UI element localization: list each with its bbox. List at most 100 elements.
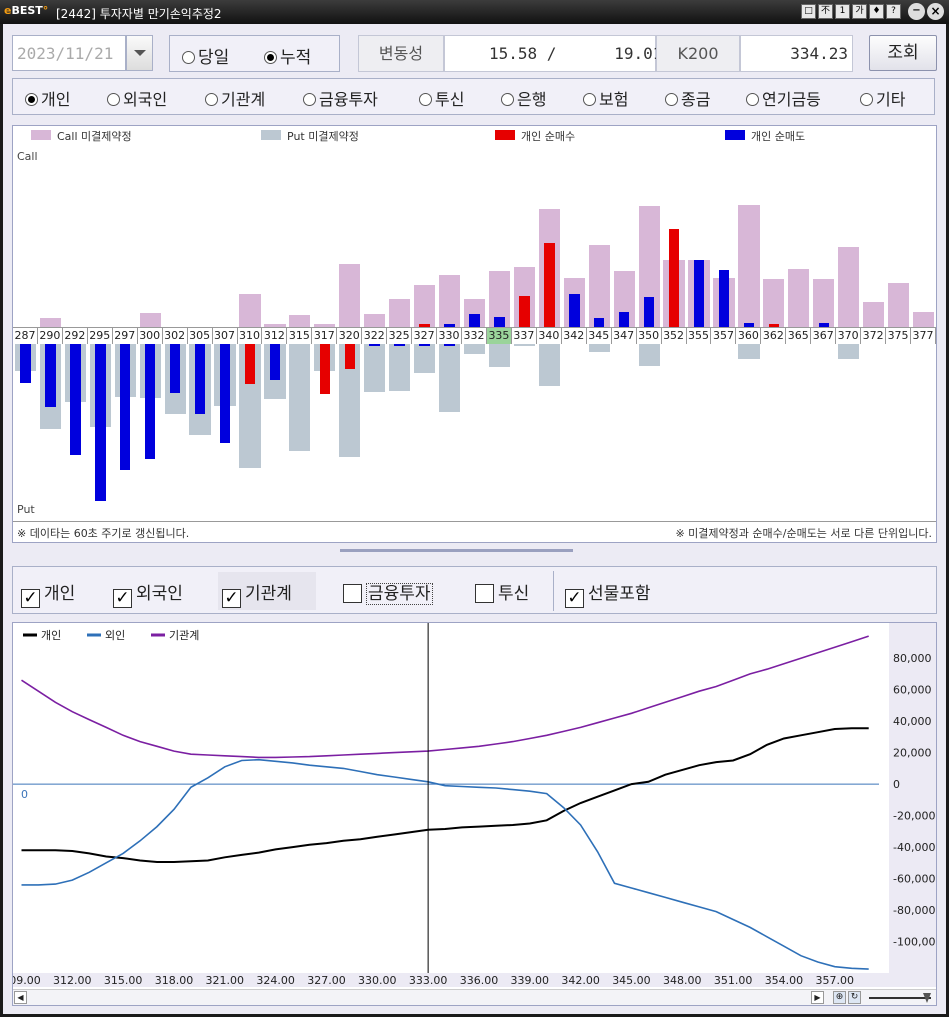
call-oi-bar[interactable] [339,264,361,327]
scroll-left-icon[interactable]: ◀ [14,991,27,1004]
put-oi-bar[interactable] [463,343,486,354]
checkbox-include-futures[interactable]: ✓ 선물포함 [565,579,651,608]
call-oi-bar[interactable] [788,269,810,327]
y-tick-label: 0 [893,778,900,791]
put-net-buy-bar[interactable] [344,343,355,369]
investor-radio-insurance[interactable]: 보험 [583,86,628,110]
put-oi-bar[interactable] [364,343,386,392]
minimize-icon[interactable]: − [908,3,925,20]
put-oi-bar[interactable] [438,343,461,412]
put-net-sell-bar[interactable] [95,343,106,501]
window-btn-link[interactable]: ♦ [869,4,884,19]
strike-tick-label: 375 [886,328,912,344]
call-net-sell-bar[interactable] [593,318,605,327]
reset-zoom-icon[interactable]: ↻ [848,991,861,1004]
investor-radio-other[interactable]: 기타 [860,86,905,110]
checkbox-financial-investment[interactable]: 금융투자 [343,579,433,605]
checkbox-individual[interactable]: ✓ 개인 [21,579,75,608]
call-oi-bar[interactable] [414,285,436,327]
call-net-sell-bar[interactable] [469,314,480,327]
investor-radio-individual[interactable]: 개인 [25,86,70,110]
window-btn-font[interactable]: 가 [852,4,867,19]
zoom-in-icon[interactable]: ⊕ [833,991,846,1004]
put-oi-bar[interactable] [414,343,436,373]
put-net-sell-bar[interactable] [269,343,281,380]
put-oi-bar[interactable] [289,343,311,451]
strike-axis: 287 290 292 295 297 300 302 305 307 310 312 315 317 3… [13,327,936,344]
date-dropdown-button[interactable] [126,35,153,71]
call-oi-bar[interactable] [738,205,760,327]
put-net-sell-bar[interactable] [70,343,81,455]
chart-horizontal-scrollbar[interactable]: ◀ ▶ ⊕ ↻ [13,989,936,1005]
put-net-sell-bar[interactable] [194,343,206,414]
window-btn-restore[interactable]: □ [801,4,816,19]
put-net-sell-bar[interactable] [45,343,56,407]
zoom-slider-track[interactable] [869,997,931,999]
investor-radio-investment-trust[interactable]: 투신 [419,86,464,110]
call-oi-bar[interactable] [364,314,386,327]
date-input[interactable]: 2023/11/21 [12,35,126,71]
series-line-1[interactable] [21,727,869,863]
call-net-sell-bar[interactable] [718,270,730,327]
put-net-sell-bar[interactable] [144,343,156,459]
investor-radio-merchant-bank[interactable]: 종금 [665,86,710,110]
investor-radio-bank[interactable]: 은행 [501,86,546,110]
put-net-buy-bar[interactable] [319,343,331,394]
call-oi-bar[interactable] [239,294,261,327]
series-line-3[interactable] [21,635,869,759]
investor-radio-financial-investment[interactable]: 금융투자 [303,86,378,110]
call-oi-bar[interactable] [588,245,610,327]
put-oi-bar[interactable] [838,343,860,359]
investor-radio-foreign[interactable]: 외국인 [107,86,167,110]
call-net-sell-bar[interactable] [494,317,505,327]
put-net-sell-bar[interactable] [169,343,181,393]
investor-radio-pension[interactable]: 연기금등 [746,86,821,110]
checkbox-checked-icon: ✓ [222,589,241,608]
checkbox-investment-trust[interactable]: 투신 [475,579,529,604]
window-btn-one[interactable]: 1 [835,4,850,19]
put-oi-bar[interactable] [738,343,760,359]
call-oi-bar[interactable] [389,299,411,327]
checkbox-institution[interactable]: ✓ 기관계 [218,572,316,610]
investor-radio-institution[interactable]: 기관계 [205,86,265,110]
call-oi-bar[interactable] [39,318,62,327]
call-oi-bar[interactable] [912,312,935,327]
x-tick-label: 330.00 [358,974,397,987]
put-net-buy-bar[interactable] [244,343,256,384]
call-net-buy-bar[interactable] [519,296,530,327]
call-net-sell-bar[interactable] [618,312,630,327]
call-oi-bar[interactable] [139,313,161,327]
call-net-sell-bar[interactable] [693,260,705,327]
put-net-sell-bar[interactable] [120,343,131,470]
close-icon[interactable]: × [927,3,944,20]
call-net-sell-bar[interactable] [569,294,580,327]
checkbox-foreign[interactable]: ✓ 외국인 [113,579,183,608]
call-oi-bar[interactable] [838,247,860,327]
window-btn-pin[interactable]: 不 [818,4,833,19]
series-line-2[interactable] [21,758,869,970]
panel-splitter-handle[interactable] [340,549,573,552]
put-oi-bar[interactable] [638,343,660,366]
call-net-buy-bar[interactable] [668,229,680,327]
call-oi-bar[interactable] [289,315,311,327]
strike-tick-label: 355 [686,328,712,344]
call-net-sell-bar[interactable] [643,297,655,327]
scroll-right-icon[interactable]: ▶ [811,991,824,1004]
put-oi-bar[interactable] [538,343,560,386]
put-oi-bar[interactable] [488,343,511,367]
call-oi-bar[interactable] [438,275,461,327]
window-btn-help[interactable]: ? [886,4,901,19]
period-radio-daily[interactable]: 당일 [182,43,229,68]
period-radio-cumulative[interactable]: 누적 [264,43,311,68]
strike-tick-label: 332 [462,328,487,344]
put-net-sell-bar[interactable] [20,343,31,383]
search-button[interactable]: 조회 [869,35,937,71]
call-oi-bar[interactable] [887,283,910,327]
call-oi-bar[interactable] [813,279,835,327]
call-oi-bar[interactable] [763,279,785,327]
call-net-buy-bar[interactable] [544,243,555,327]
put-oi-bar[interactable] [389,343,411,391]
put-net-sell-bar[interactable] [219,343,231,443]
put-oi-bar[interactable] [588,343,610,352]
call-oi-bar[interactable] [863,302,885,327]
